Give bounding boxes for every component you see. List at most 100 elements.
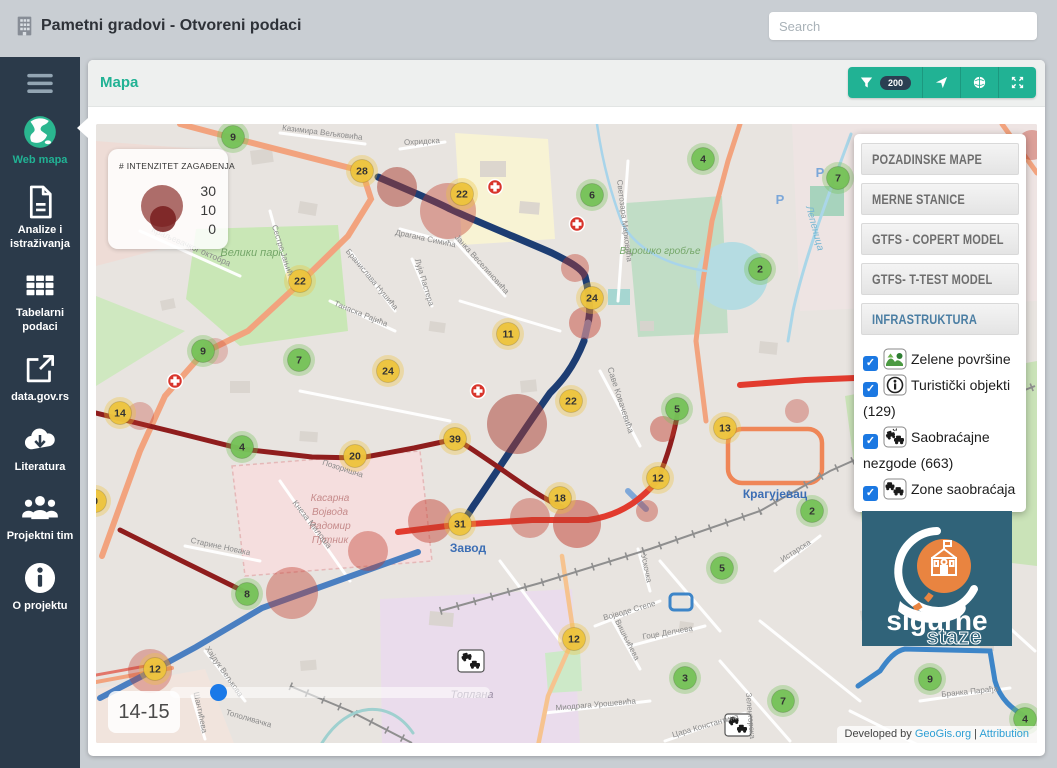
cluster-marker-yellow[interactable]: 13 xyxy=(709,412,741,444)
sidebar-item-data-gov-rs[interactable]: data.gov.rs xyxy=(0,342,80,412)
map-building xyxy=(520,379,537,393)
menu-icon[interactable] xyxy=(23,71,57,97)
locate-button[interactable] xyxy=(923,67,961,98)
cluster-marker-green[interactable]: 5 xyxy=(706,552,738,584)
cluster-marker-yellow[interactable]: 24 xyxy=(372,355,404,387)
cluster-marker-green[interactable]: 4 xyxy=(687,143,719,175)
checkbox[interactable]: ✓ xyxy=(863,434,878,449)
cluster-marker-yellow[interactable]: 12 xyxy=(642,462,674,494)
layer-checkbox-row[interactable]: ✓Saobraćajne nezgode (663) xyxy=(863,424,1017,476)
svg-text:7: 7 xyxy=(296,355,302,367)
pollution-circle xyxy=(636,500,658,522)
crash-poi-icon[interactable] xyxy=(458,650,484,672)
cluster-marker-yellow[interactable]: 12 xyxy=(139,653,171,685)
pollution-circle xyxy=(266,567,318,619)
cluster-marker-green[interactable]: 7 xyxy=(822,162,854,194)
cluster-marker-yellow[interactable]: 22 xyxy=(555,385,587,417)
time-range-label: 14-15 xyxy=(108,691,180,733)
attribution-link-geogis[interactable]: GeoGis.org xyxy=(915,728,971,740)
basemap-button[interactable] xyxy=(961,67,999,98)
layer-section-1[interactable]: MERNE STANICE xyxy=(861,183,1019,215)
layer-section-3[interactable]: GTFS- T-TEST MODEL xyxy=(861,263,1019,295)
cluster-marker-green[interactable]: 7 xyxy=(767,685,799,717)
layer-section-2[interactable]: GTFS - COPERT MODEL xyxy=(861,223,1019,255)
map-label: Касарна xyxy=(311,493,350,504)
layer-checkbox-row[interactable]: ✓Zelene površine xyxy=(863,346,1017,372)
svg-text:24: 24 xyxy=(382,366,394,378)
sidebar-item-label: data.gov.rs xyxy=(3,391,77,405)
cluster-marker-yellow[interactable]: 28 xyxy=(346,155,378,187)
team-icon xyxy=(19,489,61,527)
cluster-marker-green[interactable]: 8 xyxy=(231,578,263,610)
info-icon xyxy=(19,559,61,597)
cluster-marker-yellow[interactable]: 12 xyxy=(558,623,590,655)
cluster-marker-green[interactable]: 3 xyxy=(669,662,701,694)
svg-text:11: 11 xyxy=(502,329,513,341)
svg-text:9: 9 xyxy=(230,132,236,144)
map-building xyxy=(230,381,250,393)
cluster-marker-yellow[interactable]: 39 xyxy=(439,423,471,455)
time-slider[interactable] xyxy=(170,687,490,698)
filter-button[interactable]: 200 xyxy=(848,67,923,98)
cluster-marker-yellow[interactable]: 31 xyxy=(444,508,476,540)
map-building xyxy=(759,341,778,355)
layer-section-0[interactable]: POZADINSKE MAPE xyxy=(861,143,1019,175)
search-input[interactable] xyxy=(769,12,1037,40)
cluster-marker-green[interactable]: 7 xyxy=(283,344,315,376)
tourist-info-icon xyxy=(883,374,907,396)
globe-small-icon xyxy=(972,75,987,90)
cluster-marker-yellow[interactable]: 22 xyxy=(446,178,478,210)
cloud-download-icon xyxy=(19,420,61,458)
sidebar-item-label: Web mapa xyxy=(3,154,77,168)
pollution-circle xyxy=(785,399,809,423)
sidebar-item-web-map[interactable]: Web mapa xyxy=(0,105,80,175)
cluster-marker-green[interactable]: 6 xyxy=(576,179,608,211)
sidebar-item-literature[interactable]: Literatura xyxy=(0,412,80,482)
medical-poi-icon[interactable] xyxy=(488,180,503,195)
cluster-marker-green[interactable]: 4 xyxy=(226,431,258,463)
svg-text:18: 18 xyxy=(554,493,566,505)
legend-value: 30 xyxy=(200,182,216,201)
attribution-link[interactable]: Attribution xyxy=(979,728,1029,740)
cluster-marker-yellow[interactable]: 11 xyxy=(492,318,524,350)
medical-poi-icon[interactable] xyxy=(168,374,183,389)
layer-section-label: INFRASTRUKTURA xyxy=(872,312,977,327)
svg-text:24: 24 xyxy=(586,293,598,305)
app-root: Pametni gradovi - Otvoreni podaci Web ma… xyxy=(0,0,1057,768)
cluster-marker-yellow[interactable]: 14 xyxy=(104,397,136,429)
svg-text:4: 4 xyxy=(700,154,706,166)
crash-icon xyxy=(883,426,907,448)
cluster-marker-green[interactable]: 5 xyxy=(661,393,693,425)
checkbox[interactable]: ✓ xyxy=(863,486,878,501)
layer-checkbox-row[interactable]: ✓Zone saobraćaja xyxy=(863,476,1017,502)
checkbox[interactable]: ✓ xyxy=(863,382,878,397)
sidebar-item-label: Projektni tim xyxy=(3,530,77,544)
medical-poi-icon[interactable] xyxy=(570,217,585,232)
cluster-marker-green[interactable]: 9 xyxy=(187,335,219,367)
sidebar-item-label: O projektu xyxy=(3,600,77,614)
medical-poi-icon[interactable] xyxy=(471,384,486,399)
fullscreen-button[interactable] xyxy=(999,67,1036,98)
sidebar-item-about[interactable]: O projektu xyxy=(0,551,80,621)
svg-text:5: 5 xyxy=(719,563,725,575)
filter-count-badge: 200 xyxy=(880,76,911,90)
layer-section-4[interactable]: INFRASTRUKTURA xyxy=(861,303,1019,335)
slider-handle[interactable] xyxy=(210,684,227,701)
layer-section-label: GTFS- T-TEST MODEL xyxy=(872,272,992,287)
sidebar-item-project-team[interactable]: Projektni tim xyxy=(0,481,80,551)
svg-text:14: 14 xyxy=(114,408,126,420)
layer-checkbox-row[interactable]: ✓Turistički objekti (129) xyxy=(863,372,1017,424)
cluster-marker-yellow[interactable]: 24 xyxy=(576,282,608,314)
svg-text:2: 2 xyxy=(757,264,763,276)
checkbox[interactable]: ✓ xyxy=(863,356,878,371)
map[interactable]: 9647297452583794282222241124142239201312… xyxy=(96,124,1037,743)
cluster-marker-yellow[interactable]: 18 xyxy=(544,482,576,514)
cluster-marker-green[interactable]: 2 xyxy=(744,253,776,285)
map-label: Крагујевац xyxy=(743,487,808,501)
sidebar-item-tabular-data[interactable]: Tabelarni podaci xyxy=(0,258,80,342)
sidebar-item-analyses[interactable]: Analize i istraživanja xyxy=(0,175,80,259)
external-link-icon xyxy=(19,350,61,388)
legend-values: 30 10 0 xyxy=(200,182,216,239)
map-building xyxy=(480,161,506,177)
svg-text:20: 20 xyxy=(349,451,361,463)
